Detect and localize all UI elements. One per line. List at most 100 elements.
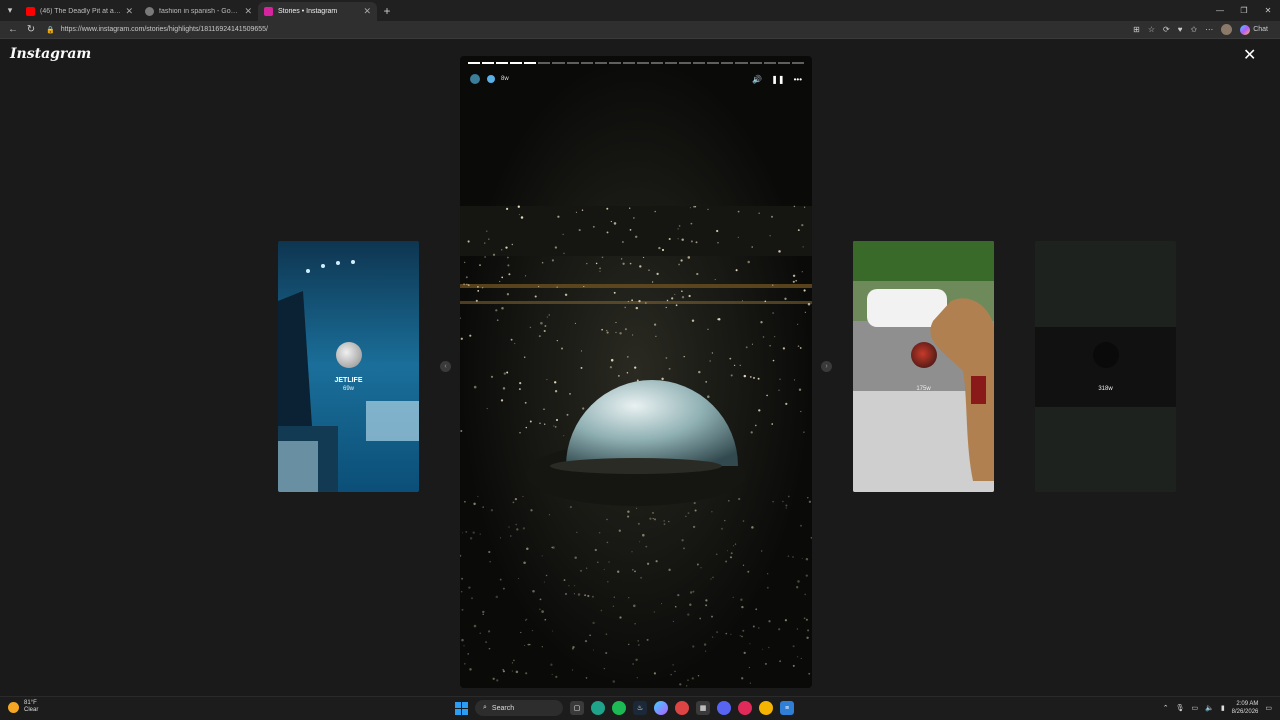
clock[interactable]: 2:09 AM 8/26/2026 <box>1232 700 1259 716</box>
app-red-icon[interactable] <box>738 701 752 715</box>
progress-segment <box>496 62 509 64</box>
spotify-icon[interactable] <box>612 701 626 715</box>
microphone-icon[interactable]: 🎙 <box>1176 704 1185 712</box>
progress-segment <box>693 62 706 64</box>
pause-icon[interactable]: ❚❚ <box>771 75 784 84</box>
tab-google-search[interactable]: fashion in spanish - Google Search ✕ <box>139 2 258 21</box>
copilot-icon <box>1240 24 1251 35</box>
side-story-time: 175w <box>916 386 931 392</box>
steam-icon[interactable]: ♨ <box>633 701 647 715</box>
more-options-icon[interactable]: ••• <box>794 75 802 84</box>
close-window-icon[interactable]: ✕ <box>1256 0 1280 21</box>
copilot-label: Chat <box>1253 26 1268 33</box>
instagram-favicon-icon <box>264 7 273 16</box>
url-text: https://www.instagram.com/stories/highli… <box>60 26 268 33</box>
weather-temp: 81°F <box>24 700 37 706</box>
progress-segment <box>707 62 720 64</box>
progress-segment <box>749 62 762 64</box>
start-windows-icon[interactable] <box>455 701 468 715</box>
task-view-icon[interactable]: ▢ <box>570 701 584 715</box>
taskbar-search[interactable]: ⌕ Search <box>475 700 563 716</box>
dark-story-avatar <box>1093 342 1119 368</box>
back-icon[interactable]: ← <box>4 24 22 35</box>
progress-segment <box>665 62 678 64</box>
weather-moon-icon <box>8 701 19 713</box>
stories-viewer: Instagram ✕ JETLIFE 69w ‹ 8w 🔊 ❚❚ ••• › … <box>0 40 1280 692</box>
edge-icon[interactable] <box>591 701 605 715</box>
side-story-time: 69w <box>342 386 354 392</box>
copilot-app-icon[interactable] <box>654 701 668 715</box>
speaker-icon[interactable]: 🔈 <box>1205 704 1214 712</box>
previous-story-icon[interactable]: ‹ <box>440 361 451 372</box>
favorite-star-icon[interactable]: ☆ <box>1148 25 1155 34</box>
close-tab-icon[interactable]: ✕ <box>244 6 252 17</box>
tab-instagram-stories[interactable]: Stories • Instagram ✕ <box>258 2 377 21</box>
chevron-up-icon[interactable]: ⌃ <box>1163 704 1169 712</box>
chrome-icon[interactable] <box>675 701 689 715</box>
calendar-icon[interactable]: ▦ <box>696 701 710 715</box>
close-stories-icon[interactable]: ✕ <box>1243 48 1256 64</box>
window-controls: — ❐ ✕ <box>1208 0 1280 21</box>
progress-segment <box>651 62 664 64</box>
battery-icon[interactable]: ▮ <box>1221 704 1225 712</box>
clock-date: 8/26/2026 <box>1231 709 1259 715</box>
copilot-button[interactable]: Chat <box>1240 24 1268 35</box>
google-favicon-icon <box>145 7 154 16</box>
tab-youtube[interactable]: (46) The Deadly Pit at an Astrowor ✕ <box>20 2 139 21</box>
progress-segment <box>482 62 495 64</box>
tab-title: Stories • Instagram <box>278 8 338 15</box>
tab-title: fashion in spanish - Google Search <box>159 8 240 15</box>
browser-essentials-icon[interactable]: ♥ <box>1178 25 1183 34</box>
chrome-alt-icon[interactable] <box>759 701 773 715</box>
system-tray: ⌃ 🎙 ▭ 🔈 ▮ 2:09 AM 8/26/2026 ▭ <box>1163 700 1272 716</box>
story-controls: 🔊 ❚❚ ••• <box>752 75 802 84</box>
progress-segment <box>510 62 523 64</box>
progress-segment <box>580 62 593 64</box>
youtube-favicon-icon <box>26 7 35 16</box>
dog-story-avatar <box>911 342 937 368</box>
progress-segment <box>468 62 481 64</box>
side-story-jetlife[interactable]: JETLIFE 69w <box>278 241 419 492</box>
tab-actions-menu-icon[interactable]: ▾ <box>0 0 20 21</box>
progress-segment <box>791 62 804 64</box>
app-available-icon[interactable]: ⊞ <box>1133 25 1140 34</box>
browser-tab-bar: ▾ (46) The Deadly Pit at an Astrowor ✕ f… <box>0 0 1280 21</box>
side-story-dark[interactable]: 318w <box>1035 241 1176 492</box>
network-icon[interactable]: ▭ <box>1191 704 1198 712</box>
notepad-icon[interactable]: ≡ <box>780 701 794 715</box>
refresh-icon[interactable]: ↻ <box>22 24 40 35</box>
close-tab-icon[interactable]: ✕ <box>363 6 371 17</box>
main-story[interactable]: 8w 🔊 ❚❚ ••• <box>460 56 812 688</box>
new-tab-button[interactable]: + <box>377 4 397 18</box>
discord-icon[interactable] <box>717 701 731 715</box>
extensions-icon[interactable]: ⟳ <box>1163 25 1170 34</box>
progress-segment <box>524 62 537 64</box>
url-field[interactable]: 🔒 https://www.instagram.com/stories/high… <box>46 26 268 34</box>
progress-segment <box>636 62 650 64</box>
instagram-logo[interactable]: Instagram <box>10 46 91 62</box>
close-tab-icon[interactable]: ✕ <box>125 6 133 17</box>
favorites-icon[interactable]: ✩ <box>1191 25 1198 34</box>
story-highlight-avatar[interactable] <box>487 75 495 83</box>
weather-text: 81°F Clear <box>24 700 38 714</box>
search-label: Search <box>491 704 515 712</box>
notification-icon[interactable]: ▭ <box>1265 704 1272 712</box>
browser-toolbar: ⊞ ☆ ⟳ ♥ ✩ ⋯ Chat <box>1133 24 1276 35</box>
progress-segment <box>622 62 635 64</box>
story-time: 8w <box>501 76 509 82</box>
story-owner-avatar[interactable] <box>470 74 480 84</box>
progress-segment <box>552 62 565 64</box>
more-options-icon[interactable]: ⋯ <box>1205 25 1213 34</box>
progress-segment <box>608 62 621 64</box>
minimize-icon[interactable]: — <box>1208 0 1232 21</box>
windows-taskbar: 81°F Clear ⌕ Search ▢ ♨ ▦ ≡ ⌃ 🎙 ▭ 🔈 ▮ 2:… <box>0 696 1280 720</box>
profile-avatar[interactable] <box>1221 24 1233 35</box>
progress-segment <box>679 62 692 64</box>
progress-segment <box>777 62 790 64</box>
weather-widget[interactable]: 81°F Clear <box>8 700 38 714</box>
next-story-icon[interactable]: › <box>821 361 832 372</box>
side-story-time: 318w <box>1098 386 1113 392</box>
volume-icon[interactable]: 🔊 <box>752 75 762 84</box>
restore-icon[interactable]: ❐ <box>1232 0 1256 21</box>
side-story-dog[interactable]: 175w <box>853 241 994 492</box>
